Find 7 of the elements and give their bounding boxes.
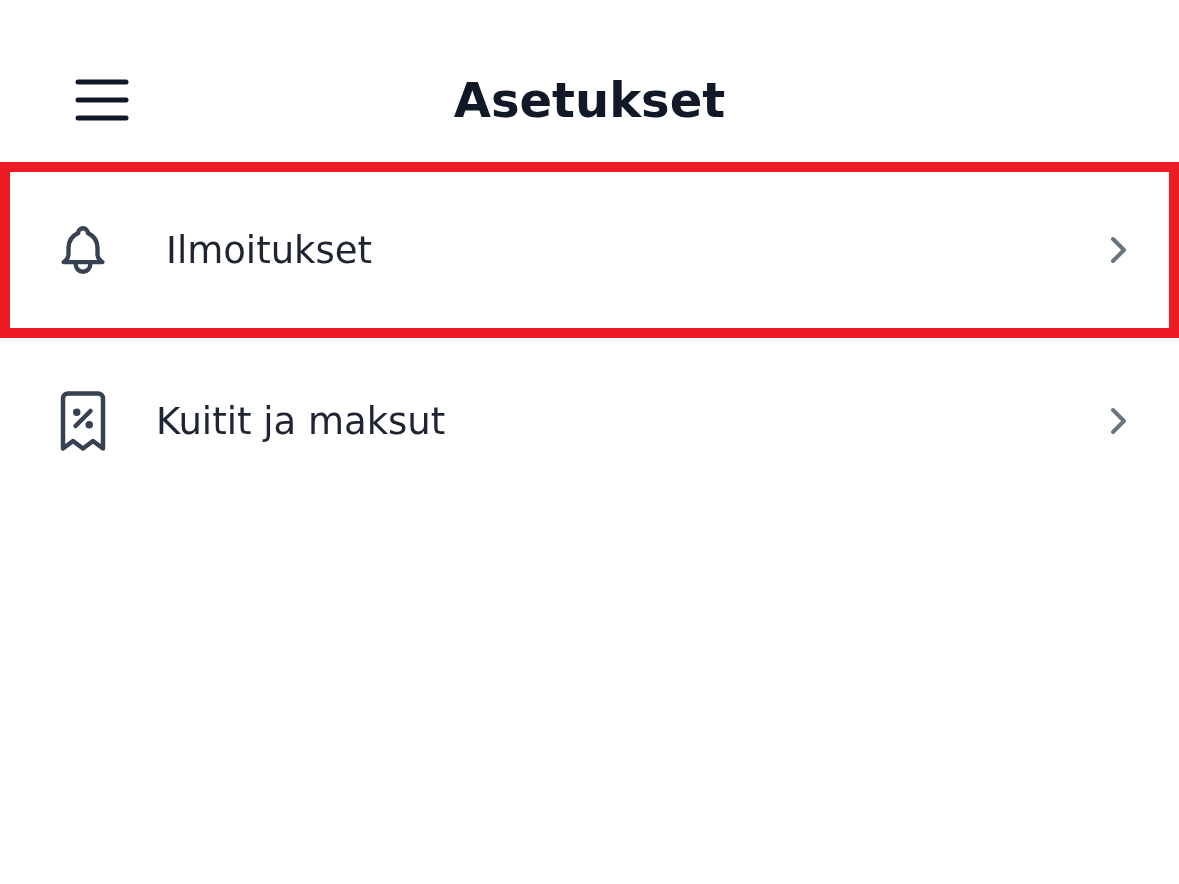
menu-icon[interactable] [75,78,129,122]
chevron-right-icon [1109,235,1129,265]
settings-item[interactable]: Kuitit ja maksut [0,338,1179,504]
chevron-right-icon [1109,406,1129,436]
settings-item[interactable]: Ilmoitukset [0,162,1179,338]
page-title: Asetukset [453,72,726,128]
receipt-icon [58,391,108,451]
